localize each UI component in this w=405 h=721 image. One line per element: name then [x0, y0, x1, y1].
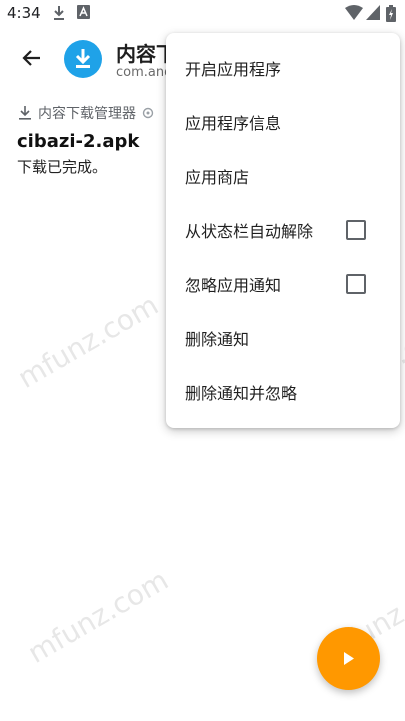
menu-item-app-info[interactable]: 应用程序信息	[166, 95, 400, 149]
status-bar: 4:34	[0, 0, 405, 28]
menu-item-label: 从状态栏自动解除	[185, 222, 314, 241]
auto-dismiss-checkbox[interactable]	[346, 220, 366, 240]
app-package: com.and	[116, 65, 173, 80]
back-arrow-icon[interactable]	[20, 46, 44, 70]
app-icon	[64, 40, 102, 78]
ignore-notifications-checkbox[interactable]	[346, 274, 366, 294]
settings-icon	[142, 107, 154, 119]
status-time: 4:34	[7, 4, 41, 22]
notification-app-name: 内容下载管理器	[38, 106, 136, 122]
menu-item-delete-notification[interactable]: 删除通知	[166, 311, 400, 365]
menu-item-auto-dismiss[interactable]: 从状态栏自动解除	[166, 203, 400, 257]
notification-text: 下载已完成。	[17, 158, 108, 176]
battery-icon	[386, 5, 396, 22]
menu-item-open-app[interactable]: 开启应用程序	[166, 41, 400, 95]
menu-item-label: 开启应用程序	[185, 60, 282, 79]
watermark: mfunz.com	[22, 563, 174, 670]
a-badge-icon	[77, 5, 90, 19]
menu-item-label: 忽略应用通知	[185, 276, 282, 295]
download-icon	[19, 106, 31, 120]
menu-item-app-store[interactable]: 应用商店	[166, 149, 400, 203]
notification-title: cibazi-2.apk	[17, 131, 140, 152]
overflow-menu: 开启应用程序 应用程序信息 应用商店 从状态栏自动解除 忽略应用通知 删除通知 …	[166, 33, 400, 428]
menu-item-delete-and-ignore[interactable]: 删除通知并忽略	[166, 365, 400, 419]
menu-item-label: 删除通知	[185, 330, 250, 349]
download-app-icon	[75, 49, 91, 68]
play-icon	[344, 652, 354, 665]
download-icon	[54, 6, 64, 20]
notification-header: 内容下载管理器	[18, 103, 154, 123]
menu-item-label: 应用商店	[185, 168, 250, 187]
play-fab-button[interactable]	[317, 627, 380, 690]
wifi-icon	[345, 5, 363, 20]
menu-item-label: 删除通知并忽略	[185, 384, 298, 403]
watermark: mfunz.com	[12, 288, 164, 395]
signal-icon	[366, 5, 380, 20]
menu-item-label: 应用程序信息	[185, 114, 282, 133]
menu-item-ignore-notifications[interactable]: 忽略应用通知	[166, 257, 400, 311]
